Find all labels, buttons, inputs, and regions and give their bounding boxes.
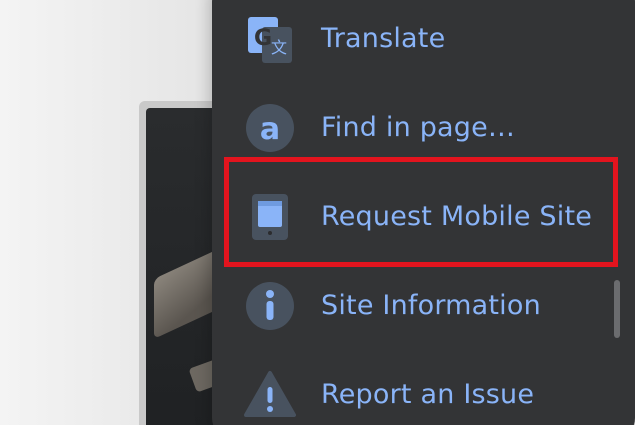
menu-item-label: Translate [321,23,446,54]
screen: G 文 Translate a Find in page… Request Mo… [0,0,635,425]
svg-text:文: 文 [271,38,287,57]
menu-item-label: Request Mobile Site [321,201,593,232]
menu-item-report-an-issue[interactable]: Report an Issue [212,350,612,425]
mobile-device-icon [244,191,296,243]
info-icon [244,280,296,332]
svg-text:G: G [254,26,272,51]
menu-item-request-mobile-site[interactable]: Request Mobile Site [212,172,612,261]
menu-item-label: Find in page… [321,112,516,143]
menu-item-label: Report an Issue [321,379,535,410]
menu-item-label: Site Information [321,290,541,321]
find-in-page-icon: a [244,102,296,154]
warning-icon [244,369,296,421]
menu-item-site-information[interactable]: Site Information [212,261,612,350]
menu-item-find-in-page[interactable]: a Find in page… [212,83,612,172]
translate-icon: G 文 [244,13,296,65]
menu-item-translate[interactable]: G 文 Translate [212,0,612,83]
menu-scrollbar[interactable] [614,280,620,338]
page-actions-menu: G 文 Translate a Find in page… Request Mo… [212,0,635,425]
svg-text:a: a [260,112,280,147]
